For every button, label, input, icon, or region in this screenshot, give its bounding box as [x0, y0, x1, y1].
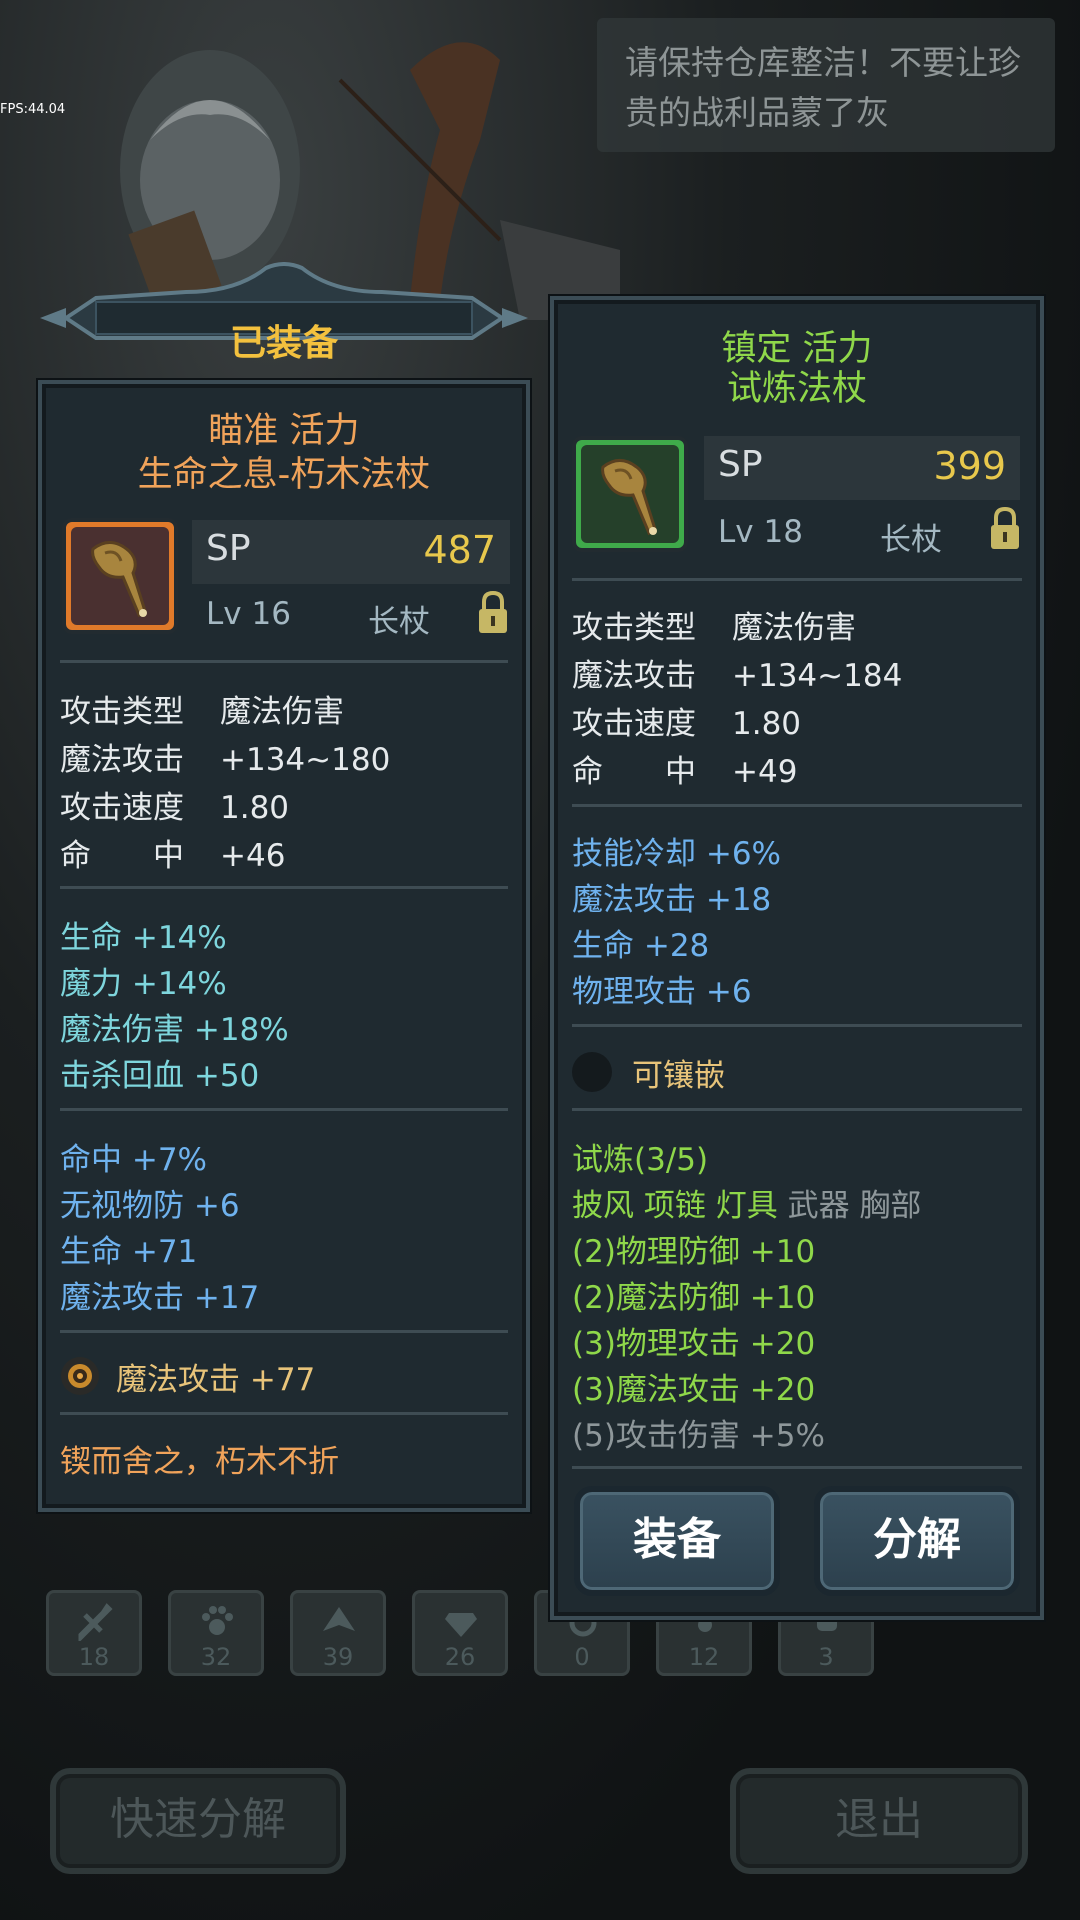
tip-bubble: 请保持仓库整洁！不要让珍贵的战利品蒙了灰: [597, 18, 1055, 152]
affix-row: 魔法攻击 +17: [60, 1280, 260, 1316]
item-type: 长杖: [368, 604, 430, 640]
item-level: Lv 16: [206, 596, 291, 632]
category-count: 26: [444, 1643, 476, 1671]
affix-row: 魔法攻击 +18: [572, 882, 772, 918]
empty-socket-icon: [572, 1052, 612, 1092]
affix-row: 命中 +7%: [60, 1142, 208, 1178]
affix-row: 物理攻击 +6: [572, 974, 752, 1010]
set-parts-owned: 披风 项链 灯具: [572, 1188, 778, 1224]
gem-icon: [445, 1613, 477, 1637]
set-bonus-row: (3)魔法攻击 +20: [572, 1372, 816, 1408]
gem-socket-icon: [61, 1357, 99, 1395]
divider: [60, 886, 508, 889]
set-parts: 披风 项链 灯具 武器 胸部: [572, 1180, 921, 1225]
category-count: 39: [322, 1643, 354, 1671]
stat-row: 攻击类型 魔法伤害: [60, 694, 344, 730]
set-parts-missing: 武器 胸部: [787, 1188, 922, 1224]
stat-row: 攻击速度 1.80: [572, 706, 802, 742]
affix-row: 生命 +28: [572, 928, 710, 964]
staff-icon: [581, 445, 679, 543]
sp-label: SP: [718, 444, 763, 485]
stat-row: 魔法攻击 +134~180: [60, 742, 391, 778]
item-name: 生命之息-朽木法杖: [137, 455, 431, 495]
socket-status: 可镶嵌: [632, 1058, 725, 1094]
item-icon-frame: [62, 518, 178, 634]
candidate-item-panel: 镇定 活力 试炼法杖 SP 399 Lv 18 长杖 攻击类型 魔法伤害 魔法攻击…: [550, 296, 1044, 1620]
set-bonus-row-inactive: (5)攻击伤害 +5%: [572, 1418, 825, 1454]
fps-counter: FPS:44.04: [0, 102, 66, 117]
item-icon-frame: [572, 436, 688, 552]
divider: [572, 1024, 1022, 1027]
item-type: 长杖: [880, 522, 942, 558]
affix-row: 生命 +14%: [60, 920, 227, 956]
socket-bonus: 魔法攻击 +77: [116, 1362, 316, 1398]
stat-row: 魔法攻击 +134~184: [572, 658, 903, 694]
sp-value: 399: [933, 444, 1006, 488]
category-count: 18: [78, 1643, 110, 1671]
category-gem[interactable]: 26: [412, 1590, 508, 1676]
divider: [572, 804, 1022, 807]
paw-icon: [202, 1606, 233, 1635]
set-bonus-row: (2)物理防御 +10: [572, 1234, 816, 1270]
stat-row: 攻击速度 1.80: [60, 790, 290, 826]
affix-row: 击杀回血 +50: [60, 1058, 260, 1094]
category-count: 12: [688, 1643, 720, 1671]
divider: [572, 578, 1022, 581]
category-armor[interactable]: 39: [290, 1590, 386, 1676]
flavor-text: 锲而舍之，朽木不折: [60, 1444, 339, 1480]
sp-label: SP: [206, 528, 251, 569]
set-bonus-row: (2)魔法防御 +10: [572, 1280, 816, 1316]
divider: [60, 1330, 508, 1333]
staff-icon: [71, 527, 169, 625]
sp-score: SP 487: [192, 520, 510, 584]
sp-value: 487: [423, 528, 496, 572]
item-name: 试炼法杖: [726, 369, 867, 409]
category-count: 3: [818, 1643, 834, 1671]
equipped-banner: 已装备: [36, 262, 532, 374]
quick-dismantle-button[interactable]: 快速分解: [50, 1768, 346, 1874]
stat-row: 攻击类型 魔法伤害: [572, 610, 856, 646]
divider: [60, 660, 508, 663]
affix-row: 无视物防 +6: [60, 1188, 240, 1224]
item-level: Lv 18: [718, 514, 803, 550]
lock-icon[interactable]: [988, 506, 1022, 552]
exit-button[interactable]: 退出: [730, 1768, 1028, 1874]
divider: [572, 1108, 1022, 1111]
stat-row: 命 中 +46: [60, 838, 286, 874]
equipped-item-panel: 瞄准 活力 生命之息-朽木法杖 SP 487 Lv 16 长杖 攻击类型 魔法伤害…: [38, 380, 530, 1512]
category-paw[interactable]: 32: [168, 1590, 264, 1676]
armor-icon: [323, 1607, 355, 1631]
equipped-title: 已装备: [229, 323, 338, 364]
equip-button[interactable]: 装备: [574, 1486, 780, 1596]
category-count: 0: [574, 1643, 590, 1671]
set-title: 试炼(3/5): [572, 1142, 709, 1178]
affix-row: 生命 +71: [60, 1234, 198, 1270]
sp-score: SP 399: [704, 436, 1020, 500]
divider: [572, 1466, 1022, 1469]
category-weapon[interactable]: 18: [46, 1590, 142, 1676]
category-count: 32: [200, 1643, 232, 1671]
divider: [60, 1412, 508, 1415]
affix-row: 魔力 +14%: [60, 966, 227, 1002]
affix-row: 魔法伤害 +18%: [60, 1012, 289, 1048]
dismantle-button[interactable]: 分解: [814, 1486, 1020, 1596]
lock-icon[interactable]: [476, 590, 510, 636]
affix-row: 技能冷却 +6%: [572, 836, 782, 872]
weapon-icon: [78, 1603, 113, 1641]
divider: [60, 1108, 508, 1111]
set-bonus-row: (3)物理攻击 +20: [572, 1326, 816, 1362]
stat-row: 命 中 +49: [572, 754, 798, 790]
